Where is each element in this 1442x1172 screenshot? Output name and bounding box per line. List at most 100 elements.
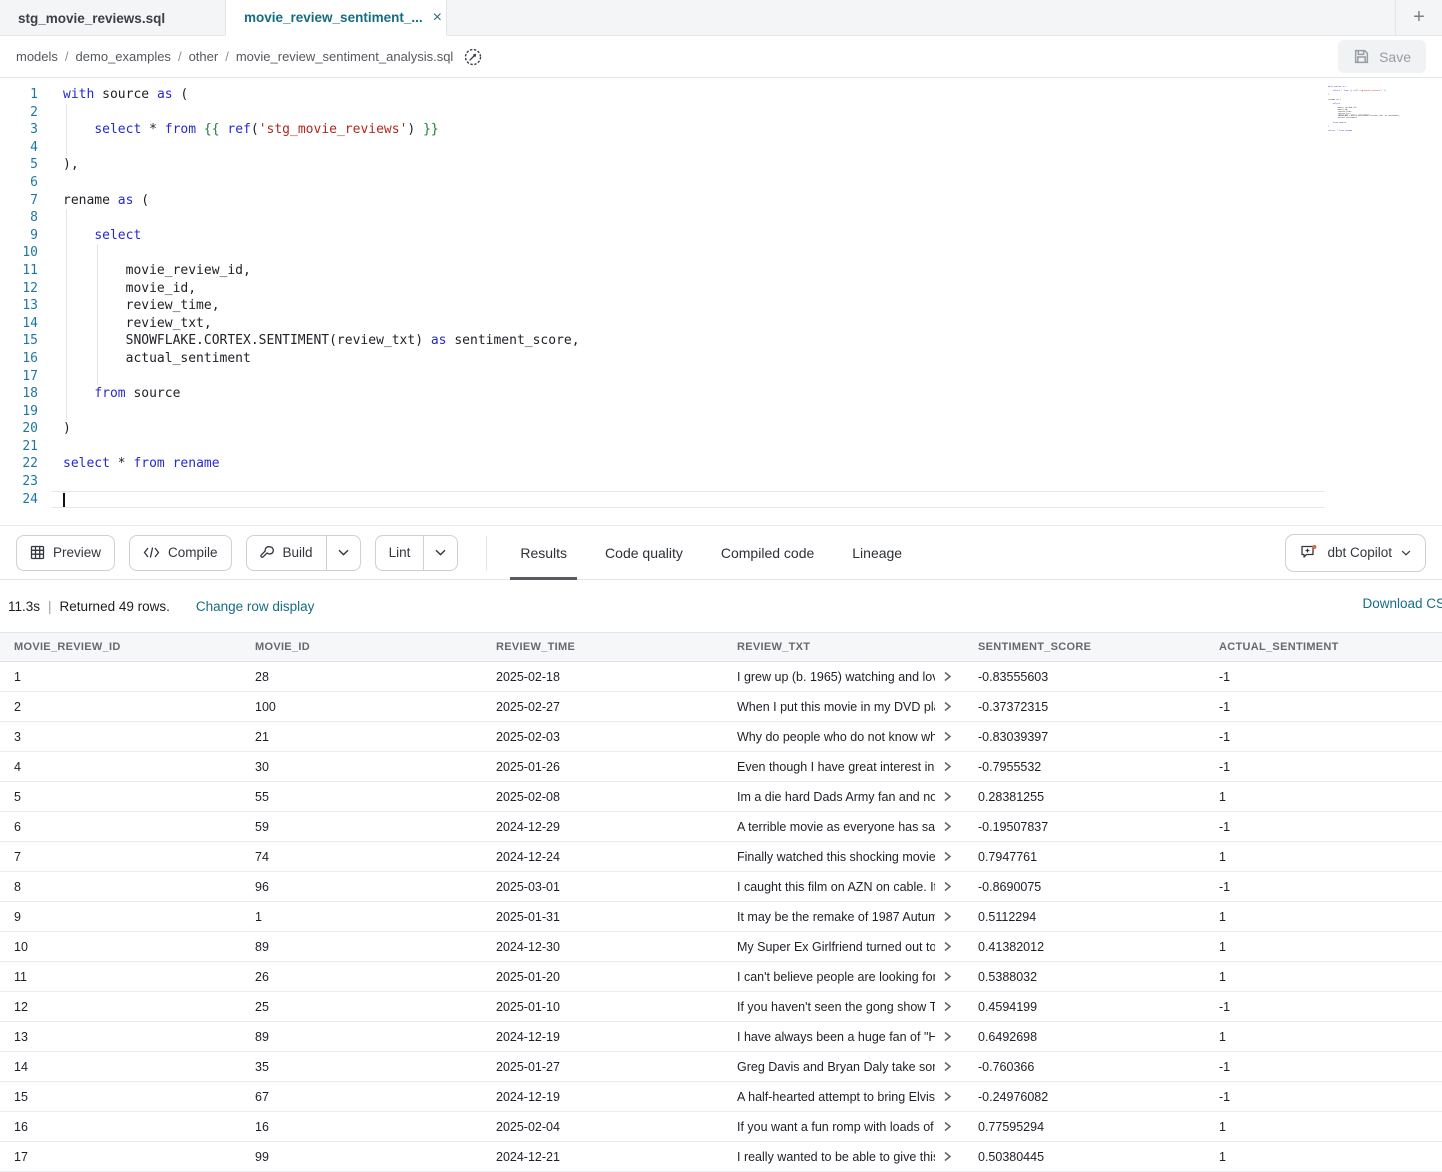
code-line[interactable]: 19 bbox=[0, 403, 580, 421]
code-line[interactable]: 14 review_txt, bbox=[0, 315, 580, 333]
cell-actual_sentiment: 1 bbox=[1205, 1150, 1442, 1164]
line-number: 10 bbox=[0, 244, 38, 262]
lint-button[interactable]: Lint bbox=[376, 536, 424, 570]
column-header-actual_sentiment[interactable]: ACTUAL_SENTIMENT bbox=[1205, 641, 1442, 653]
expand-row-icon[interactable] bbox=[943, 1031, 952, 1042]
results-tab-lineage[interactable]: Lineage bbox=[850, 525, 904, 580]
results-tab-code-quality[interactable]: Code quality bbox=[603, 525, 685, 580]
code-line[interactable]: 22select * from rename bbox=[0, 455, 580, 473]
cell-review_time: 2025-02-18 bbox=[482, 670, 723, 684]
code-line[interactable]: 9 select bbox=[0, 227, 580, 245]
code-line[interactable]: 13 review_time, bbox=[0, 297, 580, 315]
expand-row-icon[interactable] bbox=[943, 1061, 952, 1072]
cell-review_txt: If you haven't seen the gong show TV s… bbox=[723, 1000, 964, 1014]
dbt-copilot-button[interactable]: dbt Copilot bbox=[1285, 534, 1426, 572]
code-line[interactable]: 20) bbox=[0, 420, 580, 438]
line-number: 16 bbox=[0, 350, 38, 368]
breadcrumb-item[interactable]: other bbox=[189, 49, 219, 64]
code-line[interactable]: 7rename as ( bbox=[0, 192, 580, 210]
cell-sentiment_score: 0.50380445 bbox=[964, 1150, 1205, 1164]
column-header-movie_id[interactable]: MOVIE_ID bbox=[241, 641, 482, 653]
expand-row-icon[interactable] bbox=[943, 671, 952, 682]
cell-sentiment_score: -0.760366 bbox=[964, 1060, 1205, 1074]
build-dropdown-button[interactable] bbox=[326, 536, 360, 570]
line-number: 2 bbox=[0, 104, 38, 122]
new-tab-button[interactable]: + bbox=[1396, 6, 1442, 29]
code-line[interactable]: 15 SNOWFLAKE.CORTEX.SENTIMENT(review_txt… bbox=[0, 332, 580, 350]
breadcrumb: models/demo_examples/other/movie_review_… bbox=[16, 49, 453, 64]
line-number: 11 bbox=[0, 262, 38, 280]
expand-row-icon[interactable] bbox=[943, 1151, 952, 1162]
line-number: 4 bbox=[0, 139, 38, 157]
download-csv-link[interactable]: Download CSV bbox=[1362, 596, 1442, 611]
code-line[interactable]: 6 bbox=[0, 174, 580, 192]
line-number: 20 bbox=[0, 420, 38, 438]
minimap[interactable]: with source as ( select * from {{ ref('s… bbox=[1328, 86, 1400, 138]
code-icon bbox=[143, 546, 160, 559]
code-line[interactable]: 21 bbox=[0, 438, 580, 456]
expand-row-icon[interactable] bbox=[943, 941, 952, 952]
column-header-review_txt[interactable]: REVIEW_TXT bbox=[723, 641, 964, 653]
expand-row-icon[interactable] bbox=[943, 701, 952, 712]
column-header-sentiment_score[interactable]: SENTIMENT_SCORE bbox=[964, 641, 1205, 653]
save-button[interactable]: Save bbox=[1338, 40, 1426, 73]
expand-row-icon[interactable] bbox=[943, 911, 952, 922]
expand-row-icon[interactable] bbox=[943, 821, 952, 832]
column-header-review_time[interactable]: REVIEW_TIME bbox=[482, 641, 723, 653]
code-line[interactable]: 8 bbox=[0, 209, 580, 227]
breadcrumb-item[interactable]: demo_examples bbox=[76, 49, 171, 64]
expand-row-icon[interactable] bbox=[943, 761, 952, 772]
code-line[interactable]: 10 bbox=[0, 244, 580, 262]
file-tab-stg-movie-reviews[interactable]: stg_movie_reviews.sql bbox=[0, 0, 225, 36]
build-button[interactable]: Build bbox=[247, 536, 326, 570]
table-row: 16162025-02-04If you want a fun romp wit… bbox=[0, 1112, 1442, 1142]
breadcrumb-item[interactable]: movie_review_sentiment_analysis.sql bbox=[236, 49, 454, 64]
code-editor[interactable]: 1with source as (23 select * from {{ ref… bbox=[0, 78, 1442, 525]
cell-movie_review_id: 15 bbox=[0, 1090, 241, 1104]
cell-sentiment_score: 0.7947761 bbox=[964, 850, 1205, 864]
cell-movie_id: 89 bbox=[241, 940, 482, 954]
results-tab-results[interactable]: Results bbox=[518, 525, 569, 580]
expand-row-icon[interactable] bbox=[943, 971, 952, 982]
file-tab-movie-review-sentiment[interactable]: movie_review_sentiment_... × bbox=[225, 0, 447, 36]
code-line[interactable]: 2 bbox=[0, 104, 580, 122]
compile-button[interactable]: Compile bbox=[129, 535, 232, 571]
code-line[interactable]: 17 bbox=[0, 368, 580, 386]
divider bbox=[486, 536, 487, 570]
cell-movie_id: 26 bbox=[241, 970, 482, 984]
cell-actual_sentiment: 1 bbox=[1205, 1030, 1442, 1044]
expand-row-icon[interactable] bbox=[943, 1001, 952, 1012]
change-row-display-link[interactable]: Change row display bbox=[196, 599, 315, 614]
code-line[interactable]: 1with source as ( bbox=[0, 86, 580, 104]
expand-row-icon[interactable] bbox=[943, 1091, 952, 1102]
build-icon bbox=[260, 545, 275, 560]
results-tab-compiled-code[interactable]: Compiled code bbox=[719, 525, 816, 580]
file-status-icon[interactable] bbox=[463, 47, 483, 67]
column-header-movie_review_id[interactable]: MOVIE_REVIEW_ID bbox=[0, 641, 241, 653]
cell-sentiment_score: -0.83039397 bbox=[964, 730, 1205, 744]
expand-row-icon[interactable] bbox=[943, 731, 952, 742]
cell-sentiment_score: -0.83555603 bbox=[964, 670, 1205, 684]
expand-row-icon[interactable] bbox=[943, 851, 952, 862]
preview-label: Preview bbox=[53, 545, 101, 560]
cell-sentiment_score: 0.41382012 bbox=[964, 940, 1205, 954]
lint-label: Lint bbox=[389, 545, 411, 560]
save-icon bbox=[1353, 48, 1370, 65]
code-line[interactable]: 12 movie_id, bbox=[0, 280, 580, 298]
expand-row-icon[interactable] bbox=[943, 791, 952, 802]
code-line[interactable]: 5), bbox=[0, 156, 580, 174]
breadcrumb-item[interactable]: models bbox=[16, 49, 58, 64]
lint-dropdown-button[interactable] bbox=[423, 536, 457, 570]
code-line[interactable]: 3 select * from {{ ref('stg_movie_review… bbox=[0, 121, 580, 139]
code-line[interactable]: 11 movie_review_id, bbox=[0, 262, 580, 280]
expand-row-icon[interactable] bbox=[943, 881, 952, 892]
expand-row-icon[interactable] bbox=[943, 1121, 952, 1132]
close-tab-icon[interactable]: × bbox=[433, 10, 442, 26]
line-number: 22 bbox=[0, 455, 38, 473]
preview-button[interactable]: Preview bbox=[16, 535, 115, 571]
code-line[interactable]: 16 actual_sentiment bbox=[0, 350, 580, 368]
code-line[interactable]: 23 bbox=[0, 473, 580, 491]
code-line[interactable]: 24 bbox=[0, 491, 580, 509]
code-line[interactable]: 18 from source bbox=[0, 385, 580, 403]
code-line[interactable]: 4 bbox=[0, 139, 580, 157]
